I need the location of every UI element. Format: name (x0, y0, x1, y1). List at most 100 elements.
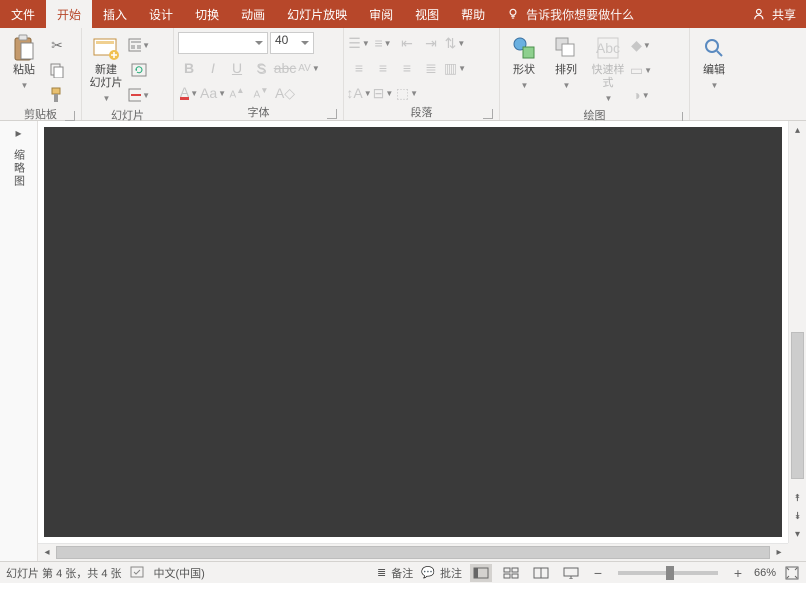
scroll-down-button[interactable]: ▾ (789, 525, 806, 543)
arrange-label: 排列 (555, 64, 577, 77)
tell-me[interactable]: 告诉我你想要做什么 (506, 0, 634, 28)
valign-icon: ⊟ (373, 85, 385, 102)
tab-slideshow[interactable]: 幻灯片放映 (276, 0, 358, 28)
comments-button[interactable]: 💬批注 (421, 565, 462, 581)
paste-button[interactable]: 粘贴 ▼ (4, 32, 44, 94)
chevron-down-icon: ▼ (384, 39, 392, 48)
clear-format-button[interactable]: A◇ (274, 82, 296, 104)
tab-insert[interactable]: 插入 (92, 0, 138, 28)
font-dialog-launcher[interactable] (327, 109, 337, 119)
vscroll-thumb[interactable] (791, 332, 804, 479)
align-right-button[interactable]: ≡ (396, 57, 418, 79)
shadow-button[interactable]: S (250, 57, 272, 79)
arrange-button[interactable]: 排列▼ (546, 32, 586, 94)
fit-to-window-button[interactable] (784, 565, 800, 581)
bullets-button[interactable]: ☰▼ (348, 32, 370, 54)
align-center-button[interactable]: ≡ (372, 57, 394, 79)
group-font: 40 B I U S abc AV▼ A▼ Aa▼ A▲ A▼ A◇ 字体 (174, 28, 344, 120)
slide-canvas[interactable] (44, 127, 782, 537)
slideshow-view-button[interactable] (560, 564, 582, 582)
tab-file[interactable]: 文件 (0, 0, 46, 28)
change-case-button[interactable]: Aa▼ (202, 82, 224, 104)
format-painter-button[interactable] (46, 84, 68, 106)
underline-button[interactable]: U (226, 57, 248, 79)
line-spacing-button[interactable]: ⇅▼ (444, 32, 466, 54)
tab-help[interactable]: 帮助 (450, 0, 496, 28)
scroll-right-button[interactable]: ▸ (770, 544, 788, 561)
columns-button[interactable]: ▥▼ (444, 57, 466, 79)
tab-home[interactable]: 开始 (46, 0, 92, 28)
smartart-button[interactable]: ⬚▼ (396, 82, 418, 104)
align-right-icon: ≡ (403, 60, 411, 76)
clipboard-dialog-launcher[interactable] (65, 111, 75, 121)
eraser-icon: A◇ (275, 85, 295, 102)
chevron-down-icon: ▼ (642, 91, 650, 100)
paragraph-dialog-launcher[interactable] (483, 109, 493, 119)
spellcheck-icon[interactable] (130, 566, 146, 580)
new-slide-button[interactable]: 新建 幻灯片 ▼ (86, 32, 126, 107)
justify-button[interactable]: ≣ (420, 57, 442, 79)
effects-icon: ◑ (632, 87, 640, 103)
clipboard-group-label: 剪贴板 (24, 109, 57, 121)
zoom-percent[interactable]: 66% (754, 567, 776, 579)
shapes-button[interactable]: 形状▼ (504, 32, 544, 94)
font-color-button[interactable]: A▼ (178, 82, 200, 104)
layout-button[interactable]: ▼ (128, 34, 150, 56)
scroll-up-button[interactable]: ▴ (789, 121, 806, 139)
outdent-icon: ⇤ (401, 35, 413, 52)
editing-button[interactable]: 编辑▼ (694, 32, 734, 94)
tab-animations[interactable]: 动画 (230, 0, 276, 28)
font-name-combo[interactable] (178, 32, 268, 54)
shrink-font-button[interactable]: A▼ (250, 82, 272, 104)
vscroll-track[interactable] (789, 139, 806, 489)
shape-fill-button[interactable]: ◆▼ (630, 34, 652, 56)
underline-icon: U (232, 60, 242, 76)
reset-button[interactable] (128, 59, 150, 81)
quick-styles-button[interactable]: Abc 快速样式▼ (588, 32, 628, 107)
next-slide-button[interactable]: ⯯ (789, 507, 806, 525)
align-text-button[interactable]: ⊟▼ (372, 82, 394, 104)
expand-thumbnails-button[interactable]: ▸ (13, 127, 25, 139)
zoom-out-button[interactable]: − (590, 565, 606, 581)
font-size-combo[interactable]: 40 (270, 32, 314, 54)
outline-icon: ▭ (630, 62, 643, 79)
chevron-down-icon: ▼ (142, 91, 150, 100)
language-indicator[interactable]: 中文(中国) (154, 565, 205, 581)
fill-icon: ◆ (631, 37, 642, 54)
align-left-button[interactable]: ≡ (348, 57, 370, 79)
hscroll-thumb[interactable] (56, 546, 770, 559)
zoom-slider-knob[interactable] (666, 566, 674, 580)
zoom-in-button[interactable]: + (730, 565, 746, 581)
hscroll-track[interactable] (56, 544, 770, 561)
columns-icon: ▥ (444, 60, 457, 77)
tab-view[interactable]: 视图 (404, 0, 450, 28)
decrease-indent-button[interactable]: ⇤ (396, 32, 418, 54)
prev-slide-button[interactable]: ⯭ (789, 489, 806, 507)
zoom-slider[interactable] (618, 571, 718, 575)
share-button[interactable]: 共享 (753, 6, 796, 23)
tab-design[interactable]: 设计 (138, 0, 184, 28)
copy-button[interactable] (46, 59, 68, 81)
italic-button[interactable]: I (202, 57, 224, 79)
tab-review[interactable]: 审阅 (358, 0, 404, 28)
bold-button[interactable]: B (178, 57, 200, 79)
strike-button[interactable]: abc (274, 57, 296, 79)
grow-font-button[interactable]: A▲ (226, 82, 248, 104)
shape-effects-button[interactable]: ◑▼ (630, 84, 652, 106)
chevron-down-icon: ▼ (457, 39, 465, 48)
numbering-button[interactable]: ≡▼ (372, 32, 394, 54)
section-button[interactable]: ▼ (128, 84, 150, 106)
slide-counter[interactable]: 幻灯片 第 4 张，共 4 张 (6, 565, 122, 581)
normal-view-button[interactable] (470, 564, 492, 582)
shape-outline-button[interactable]: ▭▼ (630, 59, 652, 81)
notes-button[interactable]: ≣备注 (377, 565, 413, 581)
slidesorter-view-button[interactable] (500, 564, 522, 582)
text-direction-button[interactable]: ↕A▼ (348, 82, 370, 104)
cut-button[interactable]: ✂ (46, 34, 68, 56)
tab-transitions[interactable]: 切换 (184, 0, 230, 28)
increase-indent-button[interactable]: ⇥ (420, 32, 442, 54)
new-slide-label: 新建 幻灯片 (90, 64, 123, 90)
reading-view-button[interactable] (530, 564, 552, 582)
scroll-left-button[interactable]: ◂ (38, 544, 56, 561)
char-spacing-button[interactable]: AV▼ (298, 57, 320, 79)
